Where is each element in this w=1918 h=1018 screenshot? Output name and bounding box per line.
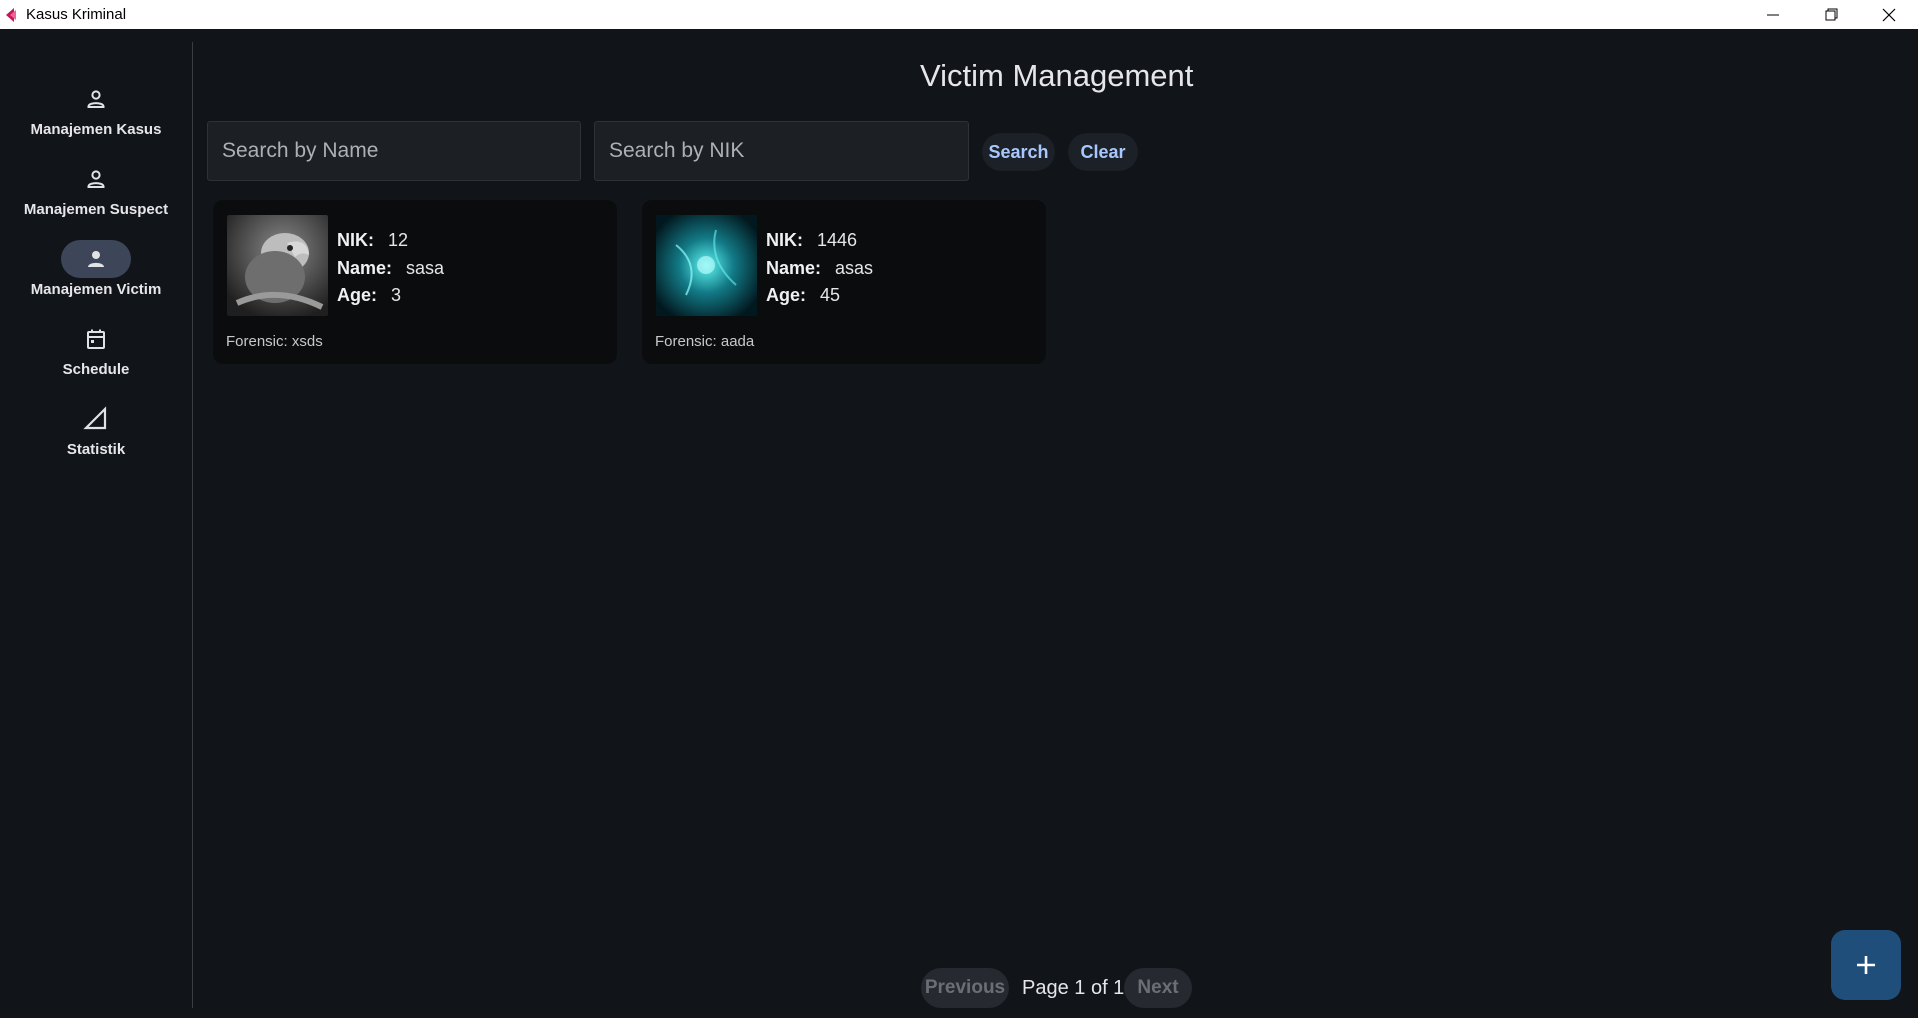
nik-label: NIK: — [766, 230, 803, 250]
search-by-name-input[interactable] — [207, 121, 581, 181]
victim-photo — [227, 215, 328, 316]
search-button[interactable]: Search — [982, 133, 1055, 171]
search-by-nik-input[interactable] — [594, 121, 969, 181]
victim-fields: NIK: 1446 Name: asas Age: 45 — [766, 227, 873, 310]
restore-icon — [1825, 8, 1837, 21]
nav-label: Schedule — [62, 361, 130, 378]
plus-icon — [1857, 956, 1875, 974]
nav-pill — [61, 400, 131, 438]
victim-card[interactable]: NIK: 1446 Name: asas Age: 45 Forensic: aada — [642, 200, 1046, 364]
nav-item-manajemen-suspect[interactable]: Manajemen Suspect — [0, 160, 192, 240]
nav-label: Manajemen Victim — [30, 281, 162, 298]
nav-label: Statistik — [66, 441, 126, 458]
minimize-icon — [1767, 14, 1779, 15]
name-label: Name: — [337, 257, 393, 278]
nav-label: Manajemen Suspect — [23, 201, 169, 218]
forensic-text: Forensic: aada — [655, 333, 755, 350]
app-logo-icon — [4, 7, 20, 23]
person-filled-icon — [88, 251, 104, 267]
clear-button[interactable]: Clear — [1068, 133, 1138, 171]
age-value: 45 — [820, 285, 841, 305]
nik-label: NIK: — [337, 230, 374, 250]
restore-button[interactable] — [1802, 0, 1860, 29]
age-label: Age: — [337, 285, 377, 305]
sidebar-divider — [192, 42, 193, 1008]
nav-pill — [61, 320, 131, 358]
person-icon — [87, 170, 105, 188]
chart-triangle-icon — [83, 406, 107, 430]
page-title: Victim Management — [920, 58, 1194, 93]
name-value: sasa — [406, 257, 445, 278]
nik-value: 12 — [388, 230, 409, 250]
calendar-icon — [87, 329, 105, 349]
page-indicator: Page 1 of 1 — [1022, 977, 1125, 999]
add-victim-button[interactable] — [1831, 930, 1901, 1000]
next-page-button[interactable]: Next — [1124, 968, 1192, 1008]
name-value: asas — [835, 257, 874, 278]
nav-item-manajemen-kasus[interactable]: Manajemen Kasus — [0, 80, 192, 160]
nik-value: 1446 — [817, 230, 858, 250]
nav-pill — [61, 80, 131, 118]
nav-item-manajemen-victim[interactable]: Manajemen Victim — [0, 240, 192, 320]
previous-page-button[interactable]: Previous — [921, 968, 1009, 1008]
name-label: Name: — [766, 257, 822, 278]
nav-label: Manajemen Kasus — [30, 121, 162, 138]
nav-pill-active — [61, 240, 131, 278]
age-label: Age: — [766, 285, 806, 305]
nav-item-statistik[interactable]: Statistik — [0, 400, 192, 480]
minimize-button[interactable] — [1744, 0, 1802, 29]
close-button[interactable] — [1860, 0, 1918, 29]
nav-pill — [61, 160, 131, 198]
nav-item-schedule[interactable]: Schedule — [0, 320, 192, 400]
navigation-rail: Manajemen Kasus Manajemen Suspect Manaje… — [0, 29, 192, 1018]
window-titlebar: Kasus Kriminal — [0, 0, 1918, 29]
victim-photo — [656, 215, 757, 316]
window-title: Kasus Kriminal — [26, 6, 127, 23]
person-icon — [87, 90, 105, 108]
victim-fields: NIK: 12 Name: sasa Age: 3 — [337, 227, 444, 310]
age-value: 3 — [391, 285, 402, 305]
close-icon — [1882, 8, 1896, 21]
victim-card[interactable]: NIK: 12 Name: sasa Age: 3 Forensic: xsds — [213, 200, 617, 364]
forensic-text: Forensic: xsds — [226, 333, 323, 350]
